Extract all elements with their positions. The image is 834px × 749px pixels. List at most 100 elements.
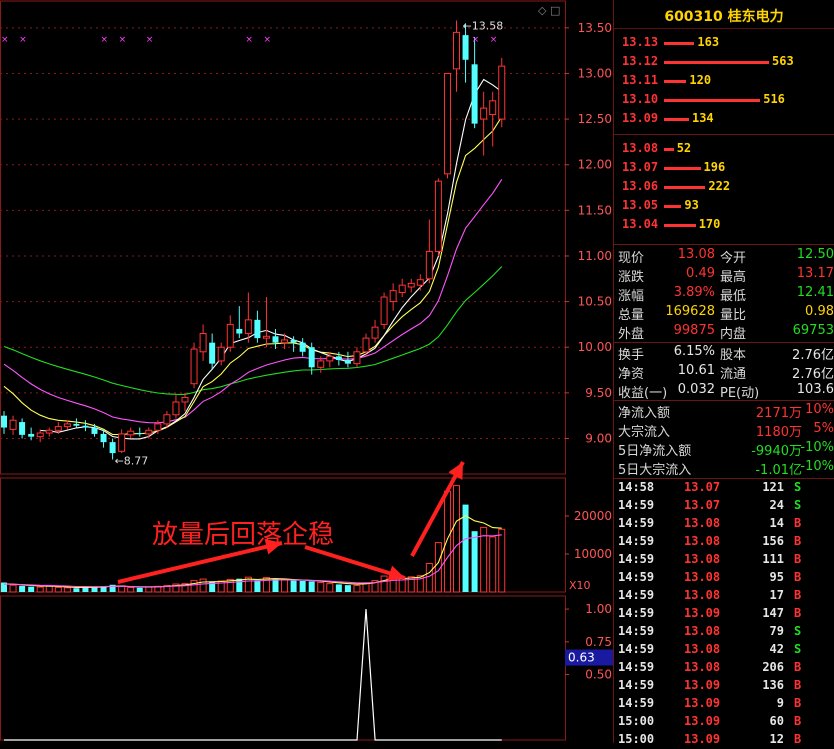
tick-row: 14:59 13.08 79 S — [614, 623, 834, 641]
tick-price: 13.08 — [684, 552, 721, 566]
ask-price: 13.13 — [622, 35, 659, 49]
bid-row: 13.08 52 — [614, 140, 834, 158]
price-tick-label: 12.50 — [578, 112, 612, 126]
candle-body-up — [416, 279, 424, 286]
volume-bar-down — [82, 587, 89, 592]
tick-volume: 136 — [762, 678, 784, 692]
quote-divider — [614, 244, 834, 245]
candle-body-down — [82, 425, 89, 428]
price-tick-label: 13.00 — [578, 66, 612, 80]
bid-row: 13.04 170 — [614, 216, 834, 234]
tick-volume: 17 — [769, 588, 784, 602]
ask-row: 13.13 163 — [614, 34, 834, 52]
tick-volume: 111 — [762, 552, 784, 566]
tick-price: 13.08 — [684, 624, 721, 638]
ask-volume: 563 — [772, 54, 794, 68]
ask-price: 13.09 — [622, 111, 659, 125]
candle-body-up — [281, 339, 289, 344]
volume-bar-down — [299, 580, 306, 592]
event-marker: × — [490, 35, 498, 45]
tick-volume: 14 — [769, 516, 784, 530]
tick-time: 14:59 — [618, 696, 655, 710]
event-marker: × — [119, 35, 127, 45]
tick-time: 15:00 — [618, 714, 655, 728]
volume-bar-up — [63, 587, 71, 593]
tick-side: B — [794, 516, 802, 530]
quote-row: 涨跌 0.49 最高 13.17 — [614, 265, 834, 285]
flow-row: 净流入额 2171万 10% — [614, 401, 834, 421]
tick-price: 13.07 — [684, 480, 721, 494]
flow-value: -9940万 — [751, 444, 802, 459]
candle-body-down — [299, 342, 306, 352]
quote-label-2: 内盘 — [720, 327, 747, 342]
candle-body-up — [498, 65, 506, 120]
indicator-tick-label: 0.50 — [585, 668, 612, 682]
flow-percent: 10% — [805, 402, 834, 417]
candle-body-up — [127, 430, 135, 436]
ask-row: 13.10 516 — [614, 91, 834, 109]
bid-price: 13.06 — [622, 179, 659, 193]
tick-price: 13.07 — [684, 498, 721, 512]
candle-body-up — [199, 333, 207, 353]
tick-price: 13.09 — [684, 678, 721, 692]
candle-body-up — [63, 423, 71, 428]
candle-body-up — [54, 426, 62, 431]
event-marker: × — [19, 35, 27, 45]
volume-bar-down — [308, 581, 315, 592]
volume-bar-up — [317, 582, 325, 593]
flow-row: 5日大宗流入 -1.01亿 -10% — [614, 458, 834, 478]
tick-time: 14:59 — [618, 624, 655, 638]
stock-title-bar: 600310 桂东电力 — [614, 0, 834, 29]
quote-label-2: 今开 — [720, 251, 747, 266]
volume-tick-label: 10000 — [574, 547, 612, 561]
quote-value-2: 12.41 — [796, 285, 834, 300]
candle-body-up — [480, 107, 488, 120]
volume-bar-up — [353, 585, 361, 593]
tick-side: B — [794, 660, 802, 674]
quote-row: 现价 13.08 今开 12.50 — [614, 246, 834, 266]
tick-row: 14:59 13.08 156 B — [614, 533, 834, 551]
candle-body-up — [489, 100, 497, 116]
quote-label: 外盘 — [618, 327, 645, 342]
flow-percent: -10% — [800, 459, 834, 474]
stock-title: 600310 桂东电力 — [614, 6, 834, 26]
tick-row: 14:59 13.08 17 B — [614, 587, 834, 605]
indicator-line — [4, 609, 502, 741]
candle-body-up — [425, 250, 433, 280]
indicator-current-value: 0.63 — [568, 651, 595, 665]
stock-chart[interactable]: 13.50 13.00 12.50 12.00 11.50 11.00 10.50 10.00… — [0, 0, 614, 743]
fundamental-label: 换手 — [618, 348, 645, 363]
tick-time: 14:59 — [618, 552, 655, 566]
fundamental-row: 收益(一) 0.032 PE(动) 103.6 — [614, 381, 834, 401]
fundamentals-block: 换手 6.15% 股本 2.76亿 净资 10.61 流通 2.76亿 收益(一) 0.032 PE… — [614, 343, 834, 401]
quote-value: 13.08 — [677, 247, 715, 262]
quote-label: 涨跌 — [618, 270, 645, 285]
candle-body-down — [308, 347, 315, 368]
bid-volume: 196 — [703, 160, 726, 174]
tick-time: 14:58 — [618, 480, 655, 494]
bid-volume: 170 — [698, 217, 721, 231]
quote-value: 169628 — [665, 304, 715, 319]
candle-body-down — [471, 64, 478, 124]
fundamental-label-2: 股本 — [720, 348, 747, 363]
quote-label: 总量 — [618, 308, 645, 323]
candle-body-up — [453, 31, 460, 70]
quote-value-2: 13.17 — [796, 266, 834, 281]
bid-volume-bar — [664, 205, 682, 208]
tick-price: 13.08 — [684, 660, 721, 674]
tick-volume: 42 — [769, 642, 784, 656]
candle-body-up — [118, 433, 126, 452]
candle-body-down — [290, 339, 297, 343]
quote-value: 0.49 — [686, 266, 715, 281]
quote-value-2: 0.98 — [805, 304, 834, 319]
tick-list[interactable]: 14:58 13.07 121 S 14:59 13.07 24 S 14:59 13.08 14 B… — [614, 479, 834, 746]
candle-body-up — [353, 351, 361, 365]
candle-body-down — [344, 360, 351, 364]
tick-time: 14:59 — [618, 678, 655, 692]
volume-bar-up — [425, 563, 433, 593]
volume-bar-down — [335, 584, 342, 592]
candle-body-up — [181, 396, 189, 403]
tick-side: B — [794, 678, 802, 692]
stock-name: 桂东电力 — [727, 9, 784, 25]
tick-price: 13.09 — [684, 696, 721, 710]
